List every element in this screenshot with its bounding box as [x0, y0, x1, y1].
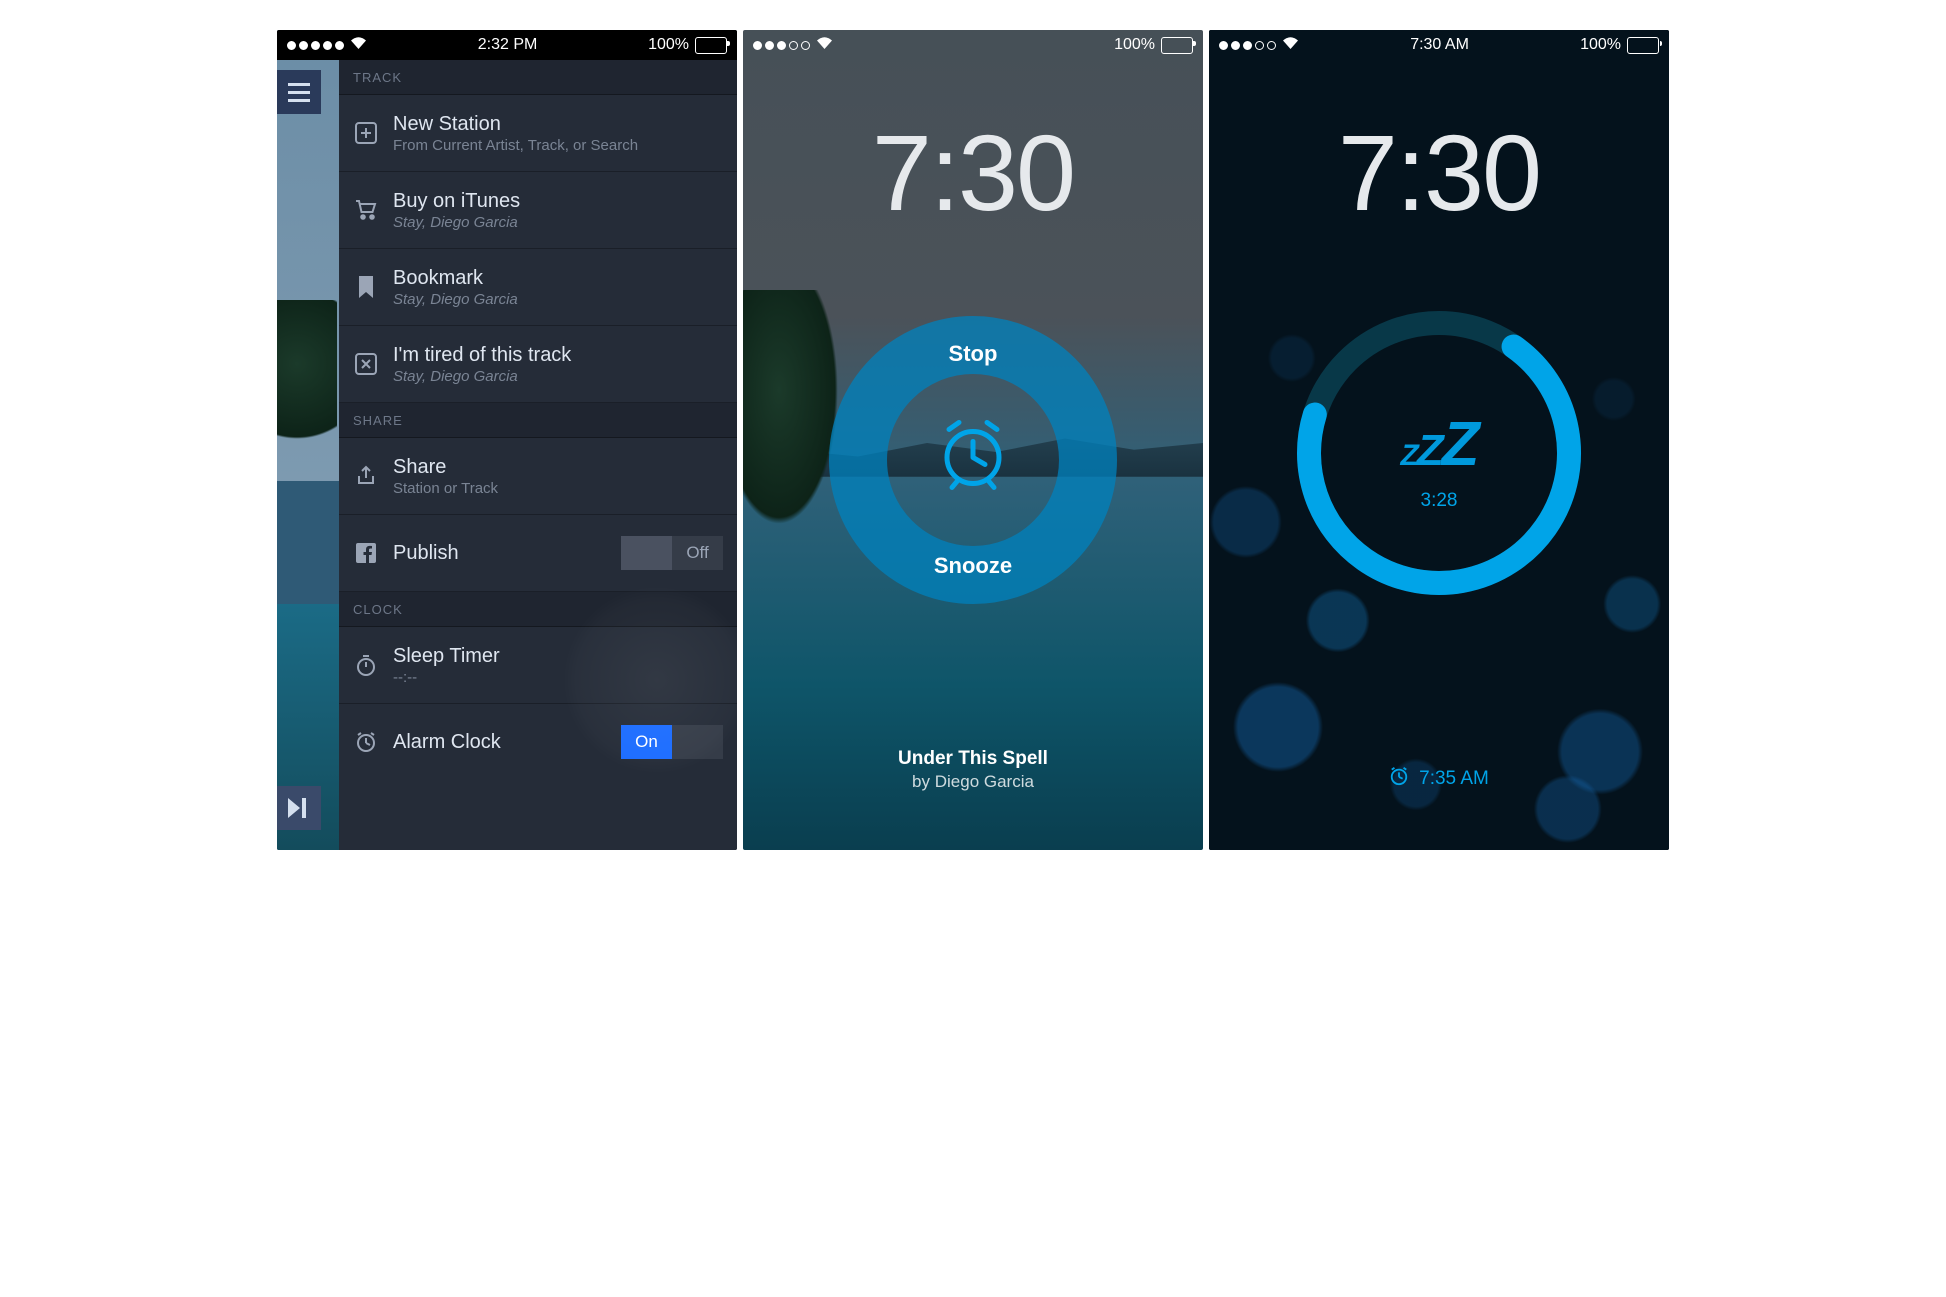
stop-label[interactable]: Stop [828, 341, 1118, 367]
signal-dots-icon [287, 41, 344, 50]
screen-alarm-ringing: 100% 7:30 Stop Snooze Under This Spell b… [743, 30, 1203, 850]
alarm-time: 7:30 [743, 110, 1203, 235]
menu-item-subtitle: Stay, Diego Garcia [393, 291, 723, 308]
battery-percent: 100% [1580, 36, 1621, 54]
status-time: 7:30 AM [1410, 36, 1469, 54]
section-header-clock: CLOCK [339, 592, 737, 627]
section-header-share: SHARE [339, 403, 737, 438]
alarm-ring-control[interactable]: Stop Snooze [828, 315, 1118, 605]
battery-percent: 100% [648, 36, 689, 54]
cart-icon [353, 200, 379, 220]
status-time: 2:32 PM [478, 36, 538, 54]
next-alarm-time: 7:35 AM [1419, 768, 1489, 790]
publish-toggle[interactable]: Off [621, 536, 723, 570]
menu-item-subtitle: Station or Track [393, 480, 723, 497]
signal-dots-icon [753, 41, 810, 50]
signal-dots-icon [1219, 41, 1276, 50]
battery-percent: 100% [1114, 36, 1155, 54]
share-icon [353, 465, 379, 487]
menu-item-share[interactable]: Share Station or Track [339, 438, 737, 515]
toggle-label: Off [672, 536, 723, 570]
snooze-ring[interactable]: ZZZ 3:28 [1284, 298, 1594, 608]
sleep-zzz-icon: ZZZ [1400, 409, 1477, 480]
menu-item-title: New Station [393, 113, 723, 136]
next-alarm: 7:35 AM [1209, 766, 1669, 792]
timer-icon [353, 654, 379, 676]
track-artist: by Diego Garcia [743, 772, 1203, 792]
menu-panel: TRACK New Station From Current Artist, T… [339, 60, 737, 850]
menu-item-new-station[interactable]: New Station From Current Artist, Track, … [339, 95, 737, 172]
menu-item-title: Sleep Timer [393, 645, 723, 668]
menu-item-title: Buy on iTunes [393, 190, 723, 213]
menu-item-title: Alarm Clock [393, 731, 607, 754]
battery-icon [1627, 37, 1659, 54]
bookmark-icon [353, 276, 379, 298]
status-bar: 2:32 PM 100% [277, 30, 737, 60]
track-title: Under This Spell [743, 748, 1203, 770]
plus-box-icon [353, 122, 379, 144]
menu-item-sleep-timer[interactable]: Sleep Timer --:-- [339, 627, 737, 704]
menu-item-tired[interactable]: I'm tired of this track Stay, Diego Garc… [339, 326, 737, 403]
snooze-countdown: 3:28 [1284, 490, 1594, 512]
now-playing: Under This Spell by Diego Garcia [743, 748, 1203, 792]
menu-item-title: Bookmark [393, 267, 723, 290]
alarm-clock-icon [353, 731, 379, 753]
facebook-icon [353, 543, 379, 563]
status-bar: 7:30 AM 100% [1209, 30, 1669, 60]
wifi-icon [816, 36, 833, 54]
battery-icon [1161, 37, 1193, 54]
alarm-clock-icon [1389, 766, 1409, 792]
background-photo [277, 30, 347, 850]
menu-item-subtitle: Stay, Diego Garcia [393, 368, 723, 385]
screen-track-menu: 2:32 PM 100% TRACK New Station From Curr… [277, 30, 737, 850]
menu-item-publish[interactable]: Publish Off [339, 515, 737, 592]
menu-item-subtitle: From Current Artist, Track, or Search [393, 137, 723, 154]
menu-item-title: Share [393, 456, 723, 479]
menu-item-alarm-clock[interactable]: Alarm Clock On [339, 704, 737, 780]
menu-item-buy[interactable]: Buy on iTunes Stay, Diego Garcia [339, 172, 737, 249]
alarm-toggle[interactable]: On [621, 725, 723, 759]
status-bar: 100% [743, 30, 1203, 60]
menu-item-bookmark[interactable]: Bookmark Stay, Diego Garcia [339, 249, 737, 326]
battery-icon [695, 37, 727, 54]
menu-item-title: Publish [393, 542, 607, 565]
menu-item-title: I'm tired of this track [393, 344, 723, 367]
x-box-icon [353, 353, 379, 375]
toggle-label: On [621, 725, 672, 759]
menu-item-subtitle: Stay, Diego Garcia [393, 214, 723, 231]
screen-snooze: 7:30 AM 100% 7:30 ZZZ 3:28 7:35 AM [1209, 30, 1669, 850]
next-track-button[interactable] [277, 786, 321, 830]
current-time: 7:30 [1209, 110, 1669, 235]
snooze-label[interactable]: Snooze [828, 553, 1118, 579]
menu-button[interactable] [277, 70, 321, 114]
wifi-icon [1282, 36, 1299, 54]
alarm-clock-icon [935, 415, 1011, 496]
wifi-icon [350, 36, 367, 54]
section-header-track: TRACK [339, 60, 737, 95]
menu-item-subtitle: --:-- [393, 669, 723, 686]
